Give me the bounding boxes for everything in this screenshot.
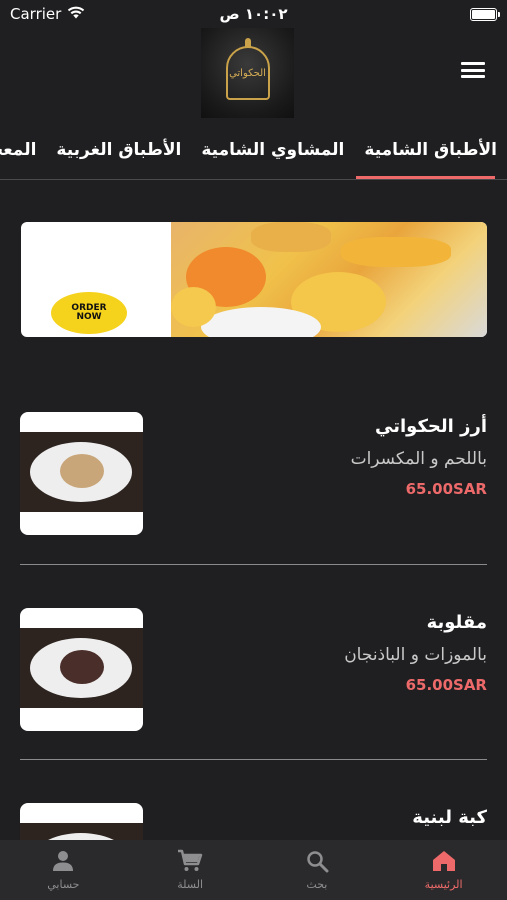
product-image [20,608,143,731]
order-now-button[interactable]: ORDER NOW [51,292,127,334]
app-header: الحكواتي [0,28,507,120]
product-item[interactable]: مقلوبة بالموزات و الباذنجان 65.00SAR [20,608,487,731]
nav-search-label: بحث [306,878,328,891]
battery-icon [470,7,500,21]
status-bar: Carrier ١٠:٠٢ ص [0,0,507,28]
brand-logo[interactable]: الحكواتي [201,28,294,118]
nav-cart-label: السلة [177,878,203,891]
user-icon [51,848,75,874]
status-left: Carrier [10,5,85,23]
product-name: أرز الحكواتي [375,416,487,437]
product-name: مقلوبة [426,612,487,633]
product-info: كبة لبنية [412,803,487,828]
nav-home-label: الرئيسية [424,878,463,891]
product-name: كبة لبنية [412,807,487,828]
tab-levantine-grills[interactable]: المشاوي الشامية [191,120,354,179]
product-description: باللحم و المكسرات [350,449,487,469]
divider [20,759,487,760]
tab-western-dishes[interactable]: الأطباق الغربية [46,120,191,179]
battery-level [472,9,495,19]
tab-levantine-dishes[interactable]: الأطباق الشامية [354,120,507,179]
search-icon [305,848,329,874]
promo-banner[interactable]: ORDER NOW [21,222,487,337]
category-tabs: الأطباق الشامية المشاوي الشامية الأطباق … [0,120,507,180]
hamburger-menu-icon[interactable] [461,60,485,80]
tab-pastries[interactable]: المعجنا [0,120,46,179]
lantern-icon [244,38,251,48]
category-tabs-row: الأطباق الشامية المشاوي الشامية الأطباق … [0,120,507,179]
logo-arch-icon: الحكواتي [225,38,270,100]
logo-text: الحكواتي [229,67,266,79]
bottom-navigation: الرئيسية بحث السلة حسابي [0,840,507,900]
sweets-photo [171,222,487,337]
home-icon [431,848,457,874]
product-description: بالموزات و الباذنجان [344,645,487,665]
nav-account[interactable]: حسابي [0,840,127,900]
carrier-label: Carrier [10,5,62,23]
product-price: 65.00SAR [405,676,487,694]
product-info: أرز الحكواتي باللحم و المكسرات 65.00SAR [351,412,487,498]
product-item[interactable]: أرز الحكواتي باللحم و المكسرات 65.00SAR [20,412,487,535]
divider [20,564,487,565]
nav-home[interactable]: الرئيسية [380,840,507,900]
product-price: 65.00SAR [405,480,487,498]
cart-icon [177,848,203,874]
nav-account-label: حسابي [47,878,80,891]
nav-search[interactable]: بحث [254,840,381,900]
status-time: ١٠:٠٢ ص [219,5,288,23]
product-info: مقلوبة بالموزات و الباذنجان 65.00SAR [344,608,487,694]
product-image [20,412,143,535]
wifi-icon [67,5,85,23]
nav-cart[interactable]: السلة [127,840,254,900]
